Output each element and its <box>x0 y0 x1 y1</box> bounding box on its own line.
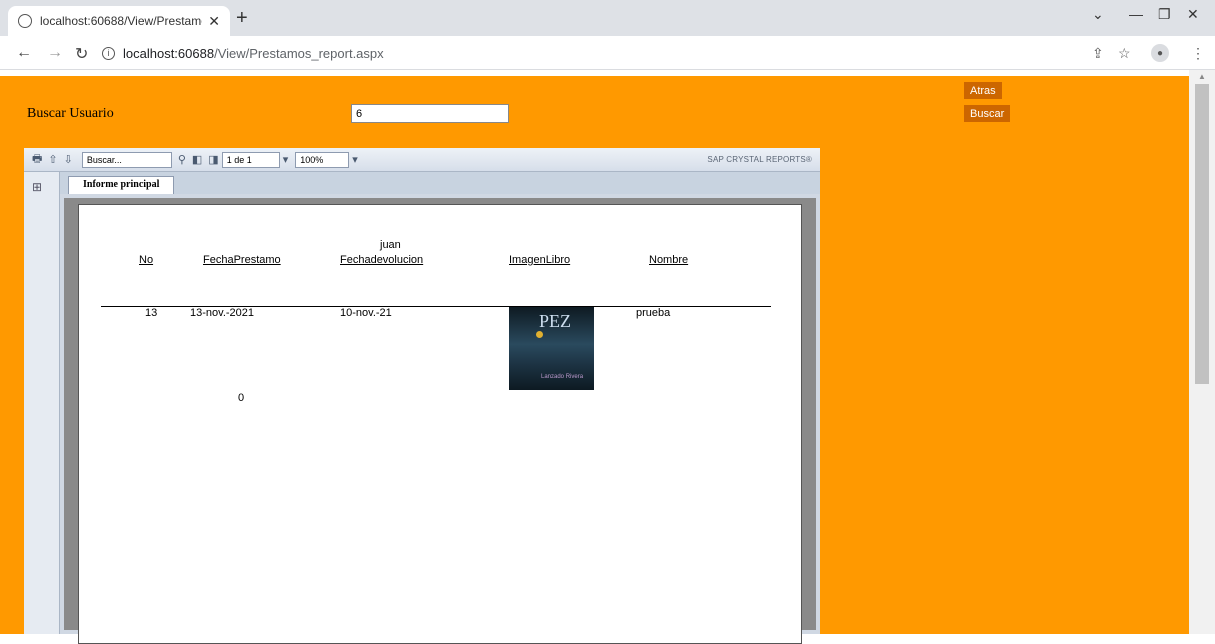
prev-page-icon[interactable]: ◧ <box>192 153 202 166</box>
cell-fecha-prestamo: 13-nov.-2021 <box>190 307 255 319</box>
group-name: juan <box>380 239 401 251</box>
page-dropdown-icon[interactable]: ▾ <box>283 153 289 166</box>
page-scrollbar[interactable]: ▲ <box>1189 70 1215 634</box>
menu-kebab-icon[interactable]: ⋮ <box>1191 45 1205 62</box>
tab-search-chevron-icon[interactable]: ⌄ <box>1092 6 1104 23</box>
back-button[interactable]: Atras <box>964 82 1002 99</box>
tab-informe-principal[interactable]: Informe principal <box>68 176 175 194</box>
report-tab-strip: Informe principal <box>60 172 820 194</box>
binoculars-icon[interactable]: ⚲ <box>178 153 186 166</box>
group-tree-panel: ⊞ <box>24 172 60 634</box>
url-field[interactable]: i localhost:60688/View/Prestamos_report.… <box>102 41 1082 65</box>
header-fecha-prestamo: FechaPrestamo <box>203 254 281 266</box>
zoom-dropdown-icon[interactable]: ▾ <box>352 153 358 166</box>
new-tab-icon[interactable]: + <box>236 8 248 28</box>
viewer-search-input[interactable]: Buscar... <box>81 151 172 168</box>
user-label: Buscar Usuario <box>27 106 114 121</box>
footer-value: 0 <box>238 392 245 404</box>
page-indicator[interactable]: 1 de 1 <box>221 151 280 168</box>
crystal-report-viewer: 🖶 ⇧ ⇩ Buscar... ⚲ ◧ ◨ 1 de 1 ▾ 100% ▾ SA… <box>24 148 820 644</box>
close-window-icon[interactable]: ✕ <box>1187 6 1199 23</box>
book-cover-image: PEZ Lanzado Rivera <box>509 307 594 390</box>
minimize-icon[interactable]: — <box>1129 6 1143 22</box>
browser-tab[interactable]: localhost:60688/View/Prestamos ✕ <box>8 6 230 36</box>
header-nombre: Nombre <box>649 254 689 266</box>
viewer-toolbar: 🖶 ⇧ ⇩ Buscar... ⚲ ◧ ◨ 1 de 1 ▾ 100% ▾ SA… <box>24 148 820 172</box>
book-cover-title: PEZ <box>539 311 572 331</box>
tab-title: localhost:60688/View/Prestamos <box>40 14 203 28</box>
zoom-select[interactable]: 100% <box>295 151 350 168</box>
book-cover-author: Lanzado Rivera <box>541 374 584 380</box>
url-host: localhost:60688 <box>123 45 215 61</box>
site-info-icon[interactable]: i <box>102 46 115 60</box>
globe-icon <box>18 14 32 28</box>
export-icon[interactable]: ⇩ <box>64 153 73 166</box>
scrollbar-thumb[interactable] <box>1195 84 1209 384</box>
user-search-input[interactable] <box>351 104 509 123</box>
browser-tab-strip: localhost:60688/View/Prestamos ✕ + ⌄ — ❐… <box>0 0 1215 36</box>
search-button[interactable]: Buscar <box>964 105 1011 122</box>
sap-brand: SAP CRYSTAL REPORTS® <box>707 155 812 164</box>
next-page-icon[interactable]: ◨ <box>208 153 218 166</box>
header-imagen-libro: ImagenLibro <box>509 254 571 266</box>
forward-icon[interactable]: → <box>47 44 63 62</box>
up-icon[interactable]: ⇧ <box>48 153 57 166</box>
cell-fecha-devolucion: 10-nov.-21 <box>340 307 392 319</box>
header-fecha-devolucion: Fechadevolucion <box>340 254 424 266</box>
tab-close-icon[interactable]: ✕ <box>208 13 220 30</box>
group-tree-icon[interactable]: ⊞ <box>32 180 42 194</box>
cell-nombre: prueba <box>636 307 671 319</box>
cell-no: 13 <box>145 307 158 319</box>
report-page: juan No FechaPrestamo Fechadevolucion Im… <box>78 204 802 644</box>
print-icon[interactable]: 🖶 <box>32 150 42 169</box>
report-canvas: juan No FechaPrestamo Fechadevolucion Im… <box>60 194 820 644</box>
header-no: No <box>139 254 154 266</box>
url-path: /View/Prestamos_report.aspx <box>214 45 384 61</box>
back-icon[interactable]: ← <box>16 44 32 62</box>
bookmark-star-icon[interactable]: ☆ <box>1118 45 1131 62</box>
restore-icon[interactable]: ❐ <box>1158 6 1171 23</box>
book-cover-seal <box>536 331 543 338</box>
address-bar: ← → ↻ i localhost:60688/View/Prestamos_r… <box>0 36 1215 70</box>
profile-avatar-icon[interactable]: ● <box>1151 44 1169 62</box>
reload-icon[interactable]: ↻ <box>75 44 88 64</box>
page-body: Buscar Usuario Atras Buscar 🖶 ⇧ ⇩ Buscar… <box>0 76 1189 644</box>
share-icon[interactable]: ⇪ <box>1092 45 1104 62</box>
scroll-up-icon[interactable]: ▲ <box>1198 72 1206 81</box>
